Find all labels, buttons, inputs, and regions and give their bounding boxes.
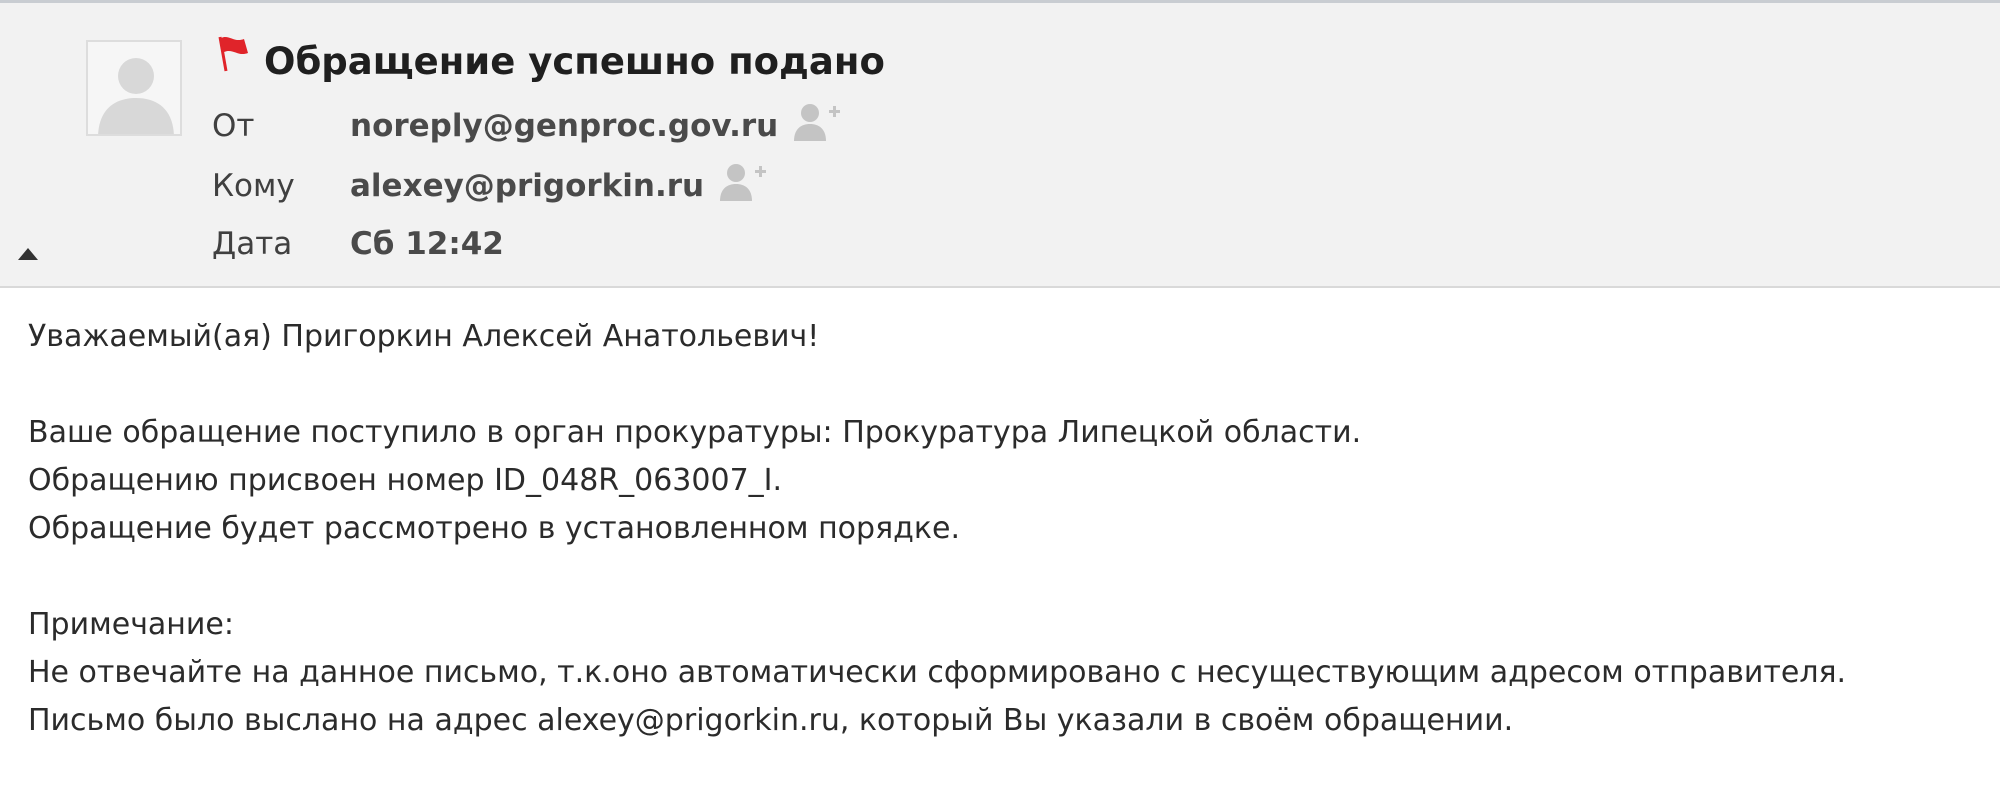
to-label: Кому (212, 168, 295, 204)
red-flag-icon[interactable] (214, 33, 254, 73)
date-label: Дата (212, 226, 293, 262)
body-line: Обращению присвоен номер ID_048R_063007_… (28, 463, 783, 498)
triangle-up-icon[interactable] (16, 246, 40, 262)
user-silhouette-icon (98, 58, 174, 134)
message-header: Обращение успешно подано От noreply@genp… (0, 3, 2000, 288)
note-line: Письмо было выслано на адрес alexey@prig… (28, 703, 1514, 738)
email-subject: Обращение успешно подано (264, 40, 885, 83)
note-label: Примечание: (28, 607, 234, 642)
note-line: Не отвечайте на данное письмо, т.к.оно а… (28, 655, 1847, 690)
greeting-line: Уважаемый(ая) Пригоркин Алексей Анатолье… (28, 319, 820, 354)
to-address[interactable]: alexey@prigorkin.ru (350, 166, 704, 206)
add-contact-icon[interactable] (792, 101, 842, 143)
add-contact-icon[interactable] (718, 161, 768, 203)
from-address[interactable]: noreply@genproc.gov.ru (350, 106, 778, 146)
from-label: От (212, 108, 255, 144)
body-line: Ваше обращение поступило в орган прокура… (28, 415, 1362, 450)
sender-avatar (86, 40, 182, 136)
body-line: Обращение будет рассмотрено в установлен… (28, 511, 960, 546)
date-value: Сб 12:42 (350, 226, 504, 262)
message-body: Уважаемый(ая) Пригоркин Алексей Анатолье… (28, 313, 1988, 745)
